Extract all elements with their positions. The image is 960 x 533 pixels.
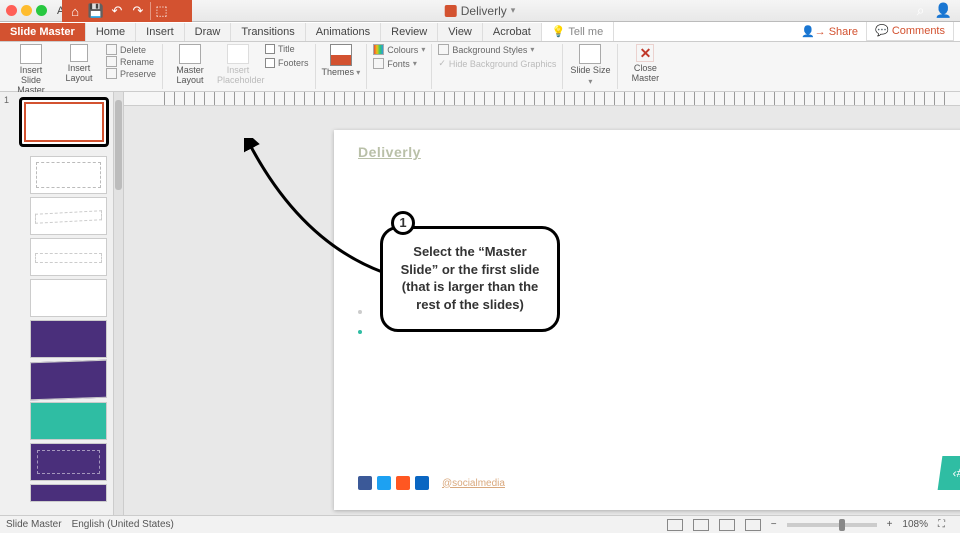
hide-background-checkbox[interactable]: ✓ Hide Background Graphics — [438, 58, 556, 69]
master-slide-number: 1 — [4, 95, 9, 105]
facebook-icon — [358, 476, 372, 490]
background-styles-dropdown[interactable]: Background Styles — [438, 44, 556, 55]
window-close-dot[interactable] — [6, 5, 17, 16]
preserve-button[interactable]: Preserve — [106, 68, 156, 79]
undo-icon[interactable]: ↶ — [108, 2, 126, 20]
themes-button[interactable]: Themes — [322, 44, 361, 78]
ribbon-tabs: Slide Master Home Insert Draw Transition… — [0, 22, 960, 42]
insert-layout-button[interactable]: Insert Layout — [58, 44, 100, 83]
delete-button[interactable]: Delete — [106, 44, 156, 55]
layout-thumbnail[interactable] — [30, 197, 107, 235]
tab-transitions[interactable]: Transitions — [231, 23, 305, 41]
status-language[interactable]: English (United States) — [72, 519, 174, 530]
social-icons-row: @socialmedia — [358, 476, 505, 490]
touch-mode-icon[interactable]: ⬚ — [150, 2, 168, 20]
colours-dropdown[interactable]: Colours — [373, 44, 425, 55]
home-icon[interactable]: ⌂ — [66, 2, 84, 20]
fonts-dropdown[interactable]: Fonts — [373, 58, 425, 69]
zoom-in-button[interactable]: + — [887, 519, 893, 530]
document-title-text: Deliverly — [461, 4, 507, 18]
thumbnail-scrollbar[interactable] — [113, 92, 123, 515]
insert-slide-master-button[interactable]: Insert Slide Master — [10, 44, 52, 95]
slide-size-button[interactable]: Slide Size — [569, 44, 611, 87]
tab-acrobat[interactable]: Acrobat — [483, 23, 542, 41]
callout-number-badge: 1 — [391, 211, 415, 235]
master-layout-button[interactable]: Master Layout — [169, 44, 211, 85]
layout-thumbnail[interactable] — [30, 443, 107, 481]
layout-thumbnail[interactable] — [30, 279, 107, 317]
redo-icon[interactable]: ↷ — [129, 2, 147, 20]
layout-thumbnail[interactable] — [30, 484, 107, 502]
callout-text: Select the “Master Slide” or the first s… — [401, 244, 540, 312]
slideshow-view-button[interactable] — [745, 519, 761, 531]
window-minimize-dot[interactable] — [21, 5, 32, 16]
window-zoom-dot[interactable] — [36, 5, 47, 16]
insert-placeholder-button[interactable]: Insert Placeholder — [217, 44, 259, 85]
tab-animations[interactable]: Animations — [306, 23, 381, 41]
layout-thumbnail[interactable] — [30, 238, 107, 276]
rename-button[interactable]: Rename — [106, 56, 156, 67]
slide-thumbnail-panel: 1 — [0, 92, 124, 515]
account-icon[interactable]: 👤 — [935, 2, 952, 19]
bullet-marker — [358, 310, 362, 314]
tab-review[interactable]: Review — [381, 23, 438, 41]
footers-checkbox[interactable]: Footers — [265, 58, 309, 68]
linkedin-icon — [415, 476, 429, 490]
save-icon[interactable]: 💾 — [87, 2, 105, 20]
zoom-out-button[interactable]: − — [771, 519, 777, 530]
powerpoint-icon — [445, 5, 457, 17]
horizontal-ruler — [124, 92, 960, 106]
annotation-callout: 1 Select the “Master Slide” or the first… — [380, 226, 560, 332]
status-view-mode: Slide Master — [6, 519, 62, 530]
close-icon: ✕ — [636, 44, 654, 62]
tab-insert[interactable]: Insert — [136, 23, 185, 41]
layout-thumbnail[interactable] — [30, 360, 107, 401]
tell-me-search[interactable]: 💡 Tell me — [542, 22, 614, 41]
document-title: Deliverly ▾ — [445, 4, 516, 18]
share-button[interactable]: 👤→ Share — [793, 22, 866, 41]
normal-view-button[interactable] — [667, 519, 683, 531]
twitter-icon — [377, 476, 391, 490]
ribbon: Insert Slide Master Insert Layout Delete… — [0, 42, 960, 92]
tab-home[interactable]: Home — [86, 23, 136, 41]
layout-thumbnail[interactable] — [30, 320, 107, 358]
zoom-slider[interactable] — [787, 523, 877, 527]
bullet-marker — [358, 330, 362, 334]
tab-view[interactable]: View — [438, 23, 483, 41]
master-slide-thumbnail[interactable] — [19, 97, 109, 147]
social-handle: @socialmedia — [442, 478, 505, 489]
close-master-button[interactable]: ✕ Close Master — [624, 44, 666, 83]
social-icon — [396, 476, 410, 490]
slide-number-badge: ‹#› — [938, 456, 960, 490]
quick-access-toolbar: ⌂ 💾 ↶ ↷ ⬚ — [62, 0, 192, 22]
title-checkbox[interactable]: Title — [265, 44, 309, 54]
sorter-view-button[interactable] — [693, 519, 709, 531]
tab-draw[interactable]: Draw — [185, 23, 232, 41]
search-icon[interactable]: ⌕ — [917, 2, 925, 19]
comments-button[interactable]: 💬 Comments — [866, 20, 954, 41]
layout-thumbnail[interactable] — [30, 156, 107, 194]
reading-view-button[interactable] — [719, 519, 735, 531]
layout-thumbnail[interactable] — [30, 402, 107, 440]
tab-slide-master[interactable]: Slide Master — [0, 23, 86, 41]
slide-canvas-area: Deliverly @socialmedia ‹#› 1 Select the … — [124, 92, 960, 515]
fit-to-window-button[interactable]: ⛶ — [938, 519, 954, 531]
status-bar: Slide Master English (United States) − +… — [0, 515, 960, 533]
zoom-level[interactable]: 108% — [902, 519, 928, 530]
